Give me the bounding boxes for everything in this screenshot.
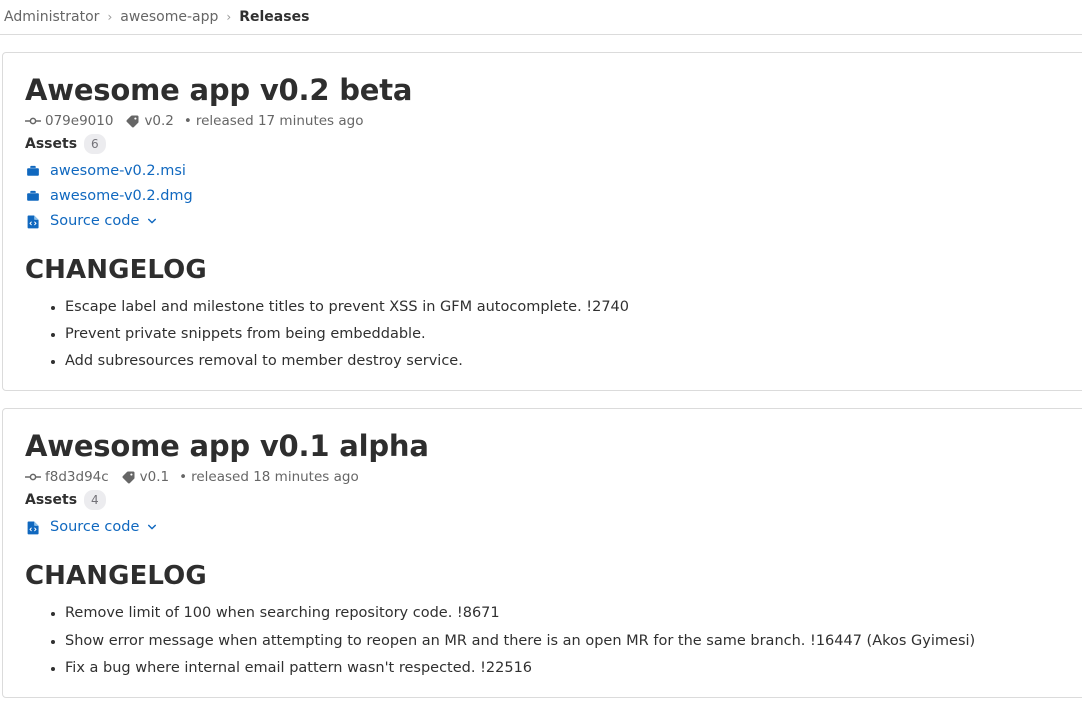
separator-dot: • [183, 113, 192, 130]
chevron-down-icon [146, 215, 158, 227]
tag-icon [125, 114, 140, 129]
breadcrumb-item-administrator[interactable]: Administrator [4, 9, 99, 25]
changelog-list: Escape label and milestone titles to pre… [25, 297, 1065, 372]
changelog-list: Remove limit of 100 when searching repos… [25, 603, 1065, 678]
tag-info[interactable]: v0.1 [121, 469, 169, 485]
changelog-item: Remove limit of 100 when searching repos… [65, 603, 1065, 624]
changelog-item: Show error message when attempting to re… [65, 631, 1065, 652]
source-code-dropdown[interactable]: Source code [25, 213, 158, 229]
package-icon [25, 188, 41, 204]
assets-links: awesome-v0.2.msi awesome-v0.2.dmg Source… [25, 163, 1065, 229]
source-code-label: Source code [50, 213, 140, 230]
changelog-item: Add subresources removal to member destr… [65, 351, 1065, 372]
asset-link-label: awesome-v0.2.dmg [50, 188, 193, 205]
assets-label: Assets [25, 136, 78, 153]
chevron-down-icon [146, 521, 158, 533]
assets-count-badge: 6 [84, 134, 106, 155]
release-title: Awesome app v0.1 alpha [25, 429, 429, 464]
separator-dot: • [179, 469, 188, 486]
tag-name: v0.2 [144, 113, 174, 130]
changelog-item: Fix a bug where internal email pattern w… [65, 658, 1065, 679]
package-icon [25, 163, 41, 179]
breadcrumb-separator: › [107, 10, 113, 24]
release-date-text: released 17 minutes ago [195, 113, 364, 130]
assets-header: Assets 6 [25, 134, 1065, 155]
commit-sha: 079e9010 [45, 113, 114, 130]
release-date: • released 17 minutes ago [184, 113, 364, 129]
release-meta: f8d3d94c v0.1 • released 18 minutes ago [25, 469, 1065, 485]
changelog-heading: CHANGELOG [25, 255, 207, 286]
tag-info[interactable]: v0.2 [125, 113, 174, 130]
source-code-file-icon [25, 519, 41, 535]
source-code-file-icon [25, 213, 41, 229]
asset-link-label: awesome-v0.2.msi [50, 163, 186, 180]
tag-icon [121, 470, 136, 485]
assets-count-badge: 4 [84, 490, 106, 511]
release-title: Awesome app v0.2 beta [25, 73, 413, 107]
commit-icon [25, 469, 41, 485]
breadcrumb-separator: › [226, 10, 232, 24]
source-code-dropdown[interactable]: Source code [25, 519, 158, 535]
release-date: • released 18 minutes ago [179, 469, 359, 485]
breadcrumb: Administrator › awesome-app › Releases [0, 0, 1082, 35]
commit-info[interactable]: f8d3d94c [25, 469, 109, 485]
assets-label: Assets [25, 492, 78, 509]
changelog-item: Escape label and milestone titles to pre… [65, 297, 1065, 318]
source-code-label: Source code [50, 519, 140, 536]
releases-list: Awesome app v0.2 beta 079e9010 v0.2 • re… [0, 35, 1082, 698]
tag-name: v0.1 [139, 469, 170, 486]
release-card: Awesome app v0.2 beta 079e9010 v0.2 • re… [2, 52, 1082, 392]
breadcrumb-item-awesome-app[interactable]: awesome-app [120, 9, 218, 25]
release-meta: 079e9010 v0.2 • released 17 minutes ago [25, 113, 1065, 129]
release-card: Awesome app v0.1 alpha f8d3d94c v0.1 • r… [2, 408, 1082, 698]
breadcrumb-item-releases: Releases [239, 9, 310, 25]
assets-header: Assets 4 [25, 490, 1065, 511]
commit-info[interactable]: 079e9010 [25, 113, 113, 129]
commit-icon [25, 113, 41, 129]
changelog-heading: CHANGELOG [25, 561, 207, 592]
release-date-text: released 18 minutes ago [191, 469, 359, 486]
asset-link[interactable]: awesome-v0.2.msi [25, 163, 186, 179]
changelog-item: Prevent private snippets from being embe… [65, 324, 1065, 345]
asset-link[interactable]: awesome-v0.2.dmg [25, 188, 193, 204]
assets-links: Source code [25, 519, 1065, 535]
commit-sha: f8d3d94c [45, 469, 109, 486]
